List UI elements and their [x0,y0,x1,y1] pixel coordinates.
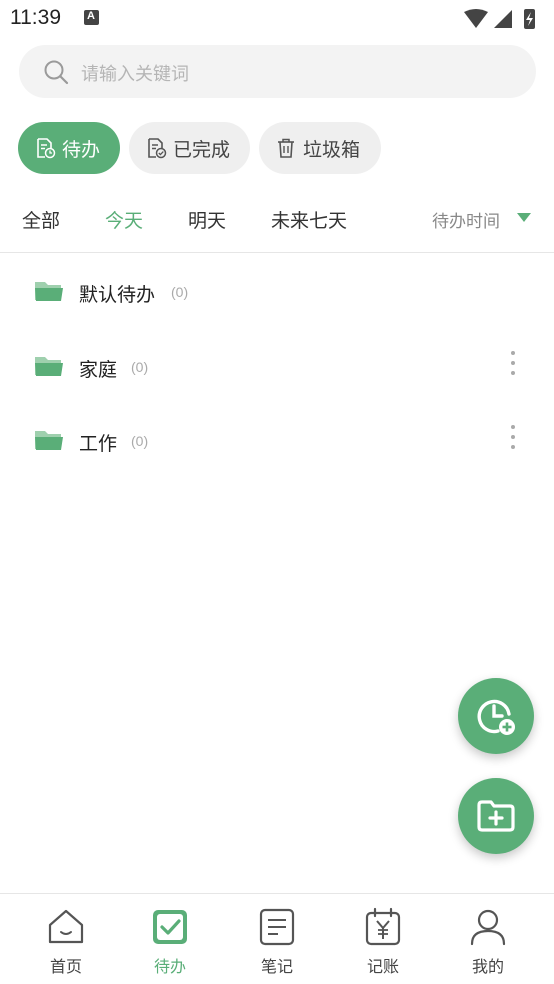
folder-count: (0) [131,359,149,375]
folder-item-work[interactable]: 工作 (0) [0,411,554,471]
caret-down-icon[interactable] [517,213,531,222]
folder-name: 工作 [79,433,118,455]
add-folder-button[interactable] [458,778,534,854]
nav-todo-label: 待办 [153,957,186,976]
status-time: 11:39 [10,6,61,29]
search-icon [44,60,69,85]
notification-icon: A [84,10,99,25]
more-options-icon[interactable] [509,349,517,377]
tab-tomorrow[interactable]: 明天 [188,206,226,233]
folder-icon [35,282,63,301]
folder-name: 家庭 [79,359,118,381]
tab-today[interactable]: 今天 [105,206,143,233]
folder-item-family[interactable]: 家庭 (0) [0,337,554,397]
nav-mine-label: 我的 [471,957,504,976]
chip-done-label: 已完成 [173,138,231,161]
nav-todo[interactable]: 待办 [120,894,220,984]
tab-next-seven-days[interactable]: 未来七天 [271,206,347,233]
nav-home-label: 首页 [49,957,82,976]
folder-add-icon [477,800,515,832]
chip-todo-label: 待办 [62,138,101,161]
profile-icon [470,909,506,946]
home-icon [48,909,84,944]
nav-accounts-label: 记账 [366,957,399,976]
folder-item-default[interactable]: 默认待办 (0) [0,262,554,322]
folder-icon [35,431,63,450]
nav-mine[interactable]: 我的 [438,894,538,984]
nav-notes[interactable]: 笔记 [227,894,327,984]
folder-name: 默认待办 [79,284,156,306]
chip-todo[interactable]: 待办 [18,122,120,174]
folder-count: (0) [131,433,149,449]
folder-icon [35,357,63,376]
search-input[interactable]: 请输入关键词 [19,45,536,98]
note-icon [259,908,295,946]
clock-add-icon [477,699,515,735]
chip-done[interactable]: 已完成 [129,122,250,174]
chip-trash-label: 垃圾箱 [303,138,361,161]
nav-notes-label: 笔记 [260,957,293,976]
bottom-nav: 首页 待办 笔记 记账 我的 [0,893,554,984]
sort-dropdown[interactable]: 待办时间 [432,207,500,232]
add-reminder-button[interactable] [458,678,534,754]
status-signal-icons [464,9,535,29]
nav-accounts[interactable]: 记账 [333,894,433,984]
todo-doc-icon [37,138,56,159]
todo-check-icon [153,910,187,944]
status-bar: 11:39 A [0,0,554,38]
ledger-icon [365,907,401,946]
search-placeholder: 请输入关键词 [81,64,189,85]
trash-icon [278,138,294,158]
folder-count: (0) [171,284,189,300]
tab-all[interactable]: 全部 [22,206,60,233]
divider [0,252,554,253]
more-options-icon[interactable] [509,423,517,451]
done-doc-icon [148,138,167,159]
chip-trash[interactable]: 垃圾箱 [259,122,381,174]
nav-home[interactable]: 首页 [16,894,116,984]
